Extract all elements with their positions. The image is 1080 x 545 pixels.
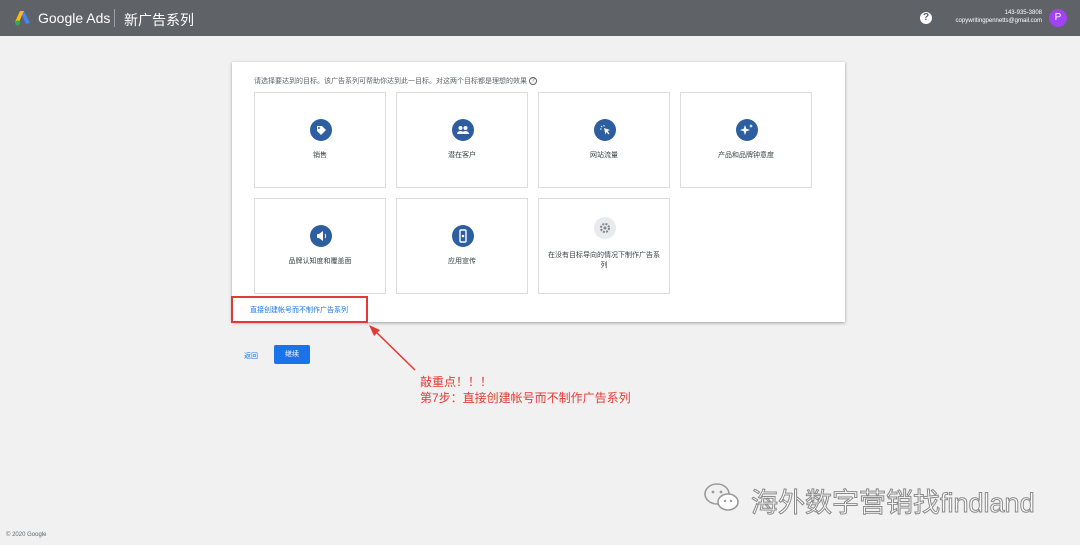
annotation-arrow-icon [369,325,416,371]
annotation-note-step: 第7步：直接创建帐号而不制作广告系列 [420,391,631,405]
wechat-icon [704,483,739,511]
watermark-text: 海外数字营销找findland [751,488,1036,519]
footer-copyright: © 2020 Google [6,532,47,538]
annotation-note-title: 敲重点！！！ [420,375,493,389]
watermark: 海外数字营销找findland [703,478,1048,519]
